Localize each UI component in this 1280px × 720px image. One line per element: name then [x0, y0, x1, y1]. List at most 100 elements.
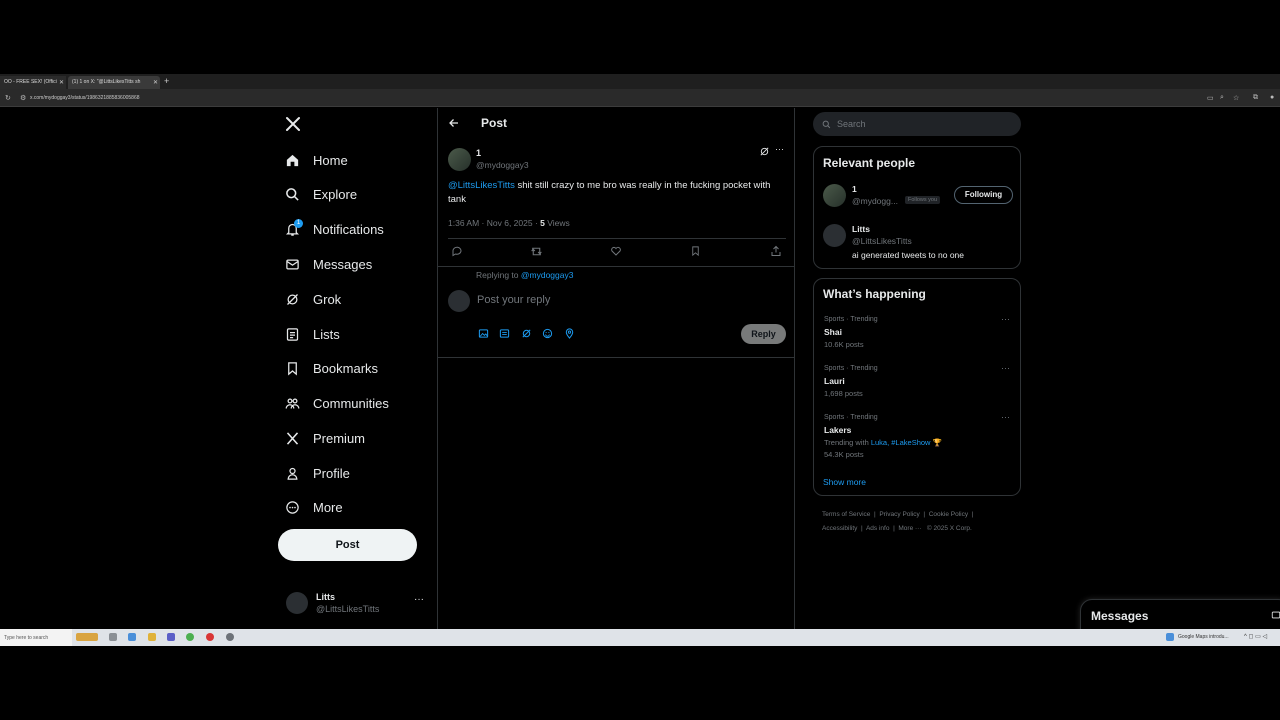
post-button[interactable]: Post	[278, 529, 417, 561]
more-icon[interactable]: ···	[1001, 412, 1010, 422]
nav-bookmarks[interactable]: Bookmarks	[285, 354, 378, 382]
tweet-author-name[interactable]: 1	[476, 148, 481, 158]
reload-icon[interactable]: ↻	[5, 94, 11, 102]
person-handle[interactable]: @mydogg...	[852, 196, 898, 206]
grok-icon[interactable]	[759, 146, 770, 157]
close-tab-icon[interactable]: ✕	[153, 79, 158, 86]
avatar[interactable]	[823, 184, 846, 207]
nav-explore[interactable]: Explore	[285, 180, 357, 208]
nav-profile[interactable]: Profile	[285, 459, 350, 487]
trend-count: 1,698 posts	[824, 389, 863, 398]
more-icon[interactable]: ···	[775, 144, 784, 154]
bookmark-icon[interactable]	[690, 245, 701, 257]
trend-context-links[interactable]: Luka, #LakeShow	[871, 438, 931, 447]
account-more-icon[interactable]: ···	[414, 594, 424, 605]
footer-link[interactable]: Terms of Service	[822, 511, 870, 518]
replying-to-handle[interactable]: @mydoggay3	[521, 270, 574, 280]
avatar[interactable]	[823, 224, 846, 247]
nav-home[interactable]: Home	[285, 146, 348, 174]
zoom-icon[interactable]: ⌕	[1220, 94, 1224, 102]
grok-icon[interactable]	[521, 328, 532, 339]
gif-icon[interactable]	[499, 328, 510, 339]
x-logo-icon[interactable]	[285, 116, 301, 132]
app-icon[interactable]	[206, 633, 214, 641]
trend-name: Lauri	[824, 376, 845, 386]
file-explorer-icon[interactable]	[148, 633, 156, 641]
new-tab-icon[interactable]: +	[164, 76, 169, 86]
tweet-author-handle[interactable]: @mydoggay3	[476, 160, 529, 170]
person-name[interactable]: 1	[852, 184, 857, 194]
nav-grok[interactable]: Grok	[285, 285, 341, 313]
reply-button[interactable]: Reply	[741, 324, 786, 344]
nav-premium[interactable]: Premium	[285, 424, 365, 452]
people-icon	[285, 396, 300, 411]
show-more-link[interactable]: Show more	[823, 477, 866, 487]
task-view-icon[interactable]	[109, 633, 117, 641]
following-button[interactable]: Following	[954, 186, 1013, 204]
reply-input[interactable]: Post your reply	[477, 294, 550, 306]
nav-label: Notifications	[313, 221, 384, 237]
nav-communities[interactable]: Communities	[285, 389, 389, 417]
star-icon[interactable]: ☆	[1233, 94, 1239, 102]
taskbar-notification[interactable]: Google Maps introdu...	[1178, 634, 1229, 640]
profile-icon[interactable]: ●	[1270, 94, 1274, 101]
person-name[interactable]: Litts	[852, 224, 870, 234]
nav-lists[interactable]: Lists	[285, 320, 340, 348]
location-icon[interactable]	[564, 328, 575, 339]
chrome-icon[interactable]	[186, 633, 194, 641]
maps-icon	[1166, 633, 1174, 641]
retweet-icon[interactable]	[530, 245, 543, 258]
nav-label: Grok	[313, 291, 342, 307]
search-input[interactable]: Search	[813, 112, 1021, 136]
url-field[interactable]: x.com/mydoggay3/status/19863218858360058…	[30, 95, 140, 101]
image-icon[interactable]	[478, 328, 489, 339]
os-taskbar: Type here to search Google Maps introdu.…	[0, 629, 1280, 646]
trend-category: Sports · Trending	[824, 365, 878, 372]
messages-drawer[interactable]: Messages	[1080, 599, 1280, 629]
account-switcher[interactable]: Litts @LittsLikesTitts ···	[286, 592, 431, 622]
back-arrow-icon[interactable]	[448, 117, 460, 129]
nav-messages[interactable]: Messages	[285, 250, 372, 278]
browser-address-bar: ↻ ⚙ x.com/mydoggay3/status/1986321885836…	[0, 89, 1280, 107]
nav-label: Profile	[313, 465, 350, 481]
footer-links: Terms of Service | Privacy Policy | Cook…	[822, 511, 974, 532]
mention-link[interactable]: @LittsLikesTitts	[448, 180, 515, 191]
like-icon[interactable]	[610, 245, 622, 257]
close-tab-icon[interactable]: ✕	[59, 79, 64, 86]
trend-emoji: 🏆	[932, 438, 942, 447]
nav-label: Home	[313, 152, 348, 168]
replying-to-label: Replying to	[476, 270, 521, 280]
nav-label: Bookmarks	[313, 360, 379, 376]
settings-icon[interactable]	[226, 633, 234, 641]
tray-icons[interactable]: ^ ◻ ▭ ◁	[1244, 633, 1267, 640]
footer-link[interactable]: Privacy Policy	[879, 511, 919, 518]
cast-icon[interactable]: ▭	[1207, 94, 1214, 102]
taskbar-search[interactable]: Type here to search	[0, 629, 72, 646]
emoji-icon[interactable]	[542, 328, 553, 339]
divider	[448, 238, 786, 239]
edge-icon[interactable]	[128, 633, 136, 641]
browser-tab[interactable]: OO - FREE SEX! (Offici ✕	[0, 76, 66, 89]
footer-link[interactable]: More ···	[898, 525, 921, 532]
footer-link[interactable]: Accessibility	[822, 525, 857, 532]
more-icon[interactable]: ···	[1001, 363, 1010, 373]
bookmark-icon	[285, 361, 300, 376]
tweet-time[interactable]: 1:36 AM · Nov 6, 2025 ·	[448, 218, 540, 228]
browser-tab-active[interactable]: (1) 1 on X: "@LittsLikesTitts sh ✕	[68, 76, 160, 89]
person-handle[interactable]: @LittsLikesTitts	[852, 236, 912, 246]
taskbar-search-placeholder: Type here to search	[4, 635, 49, 641]
footer-link[interactable]: Ads info	[866, 525, 890, 532]
main-column: Post 1 @mydoggay3 ··· @LittsLikesTitts s…	[437, 108, 795, 629]
more-icon[interactable]: ···	[1001, 314, 1010, 324]
taskbar-widget-icon[interactable]	[76, 633, 98, 641]
reply-icon[interactable]	[451, 245, 463, 257]
avatar[interactable]	[448, 148, 471, 171]
nav-label: Messages	[313, 256, 373, 272]
nav-more[interactable]: More	[285, 493, 343, 521]
new-message-icon[interactable]	[1271, 610, 1280, 620]
footer-link[interactable]: Cookie Policy	[929, 511, 968, 518]
share-icon[interactable]	[770, 245, 782, 257]
extensions-icon[interactable]: ⧉	[1253, 94, 1258, 102]
teams-icon[interactable]	[167, 633, 175, 641]
site-info-icon[interactable]: ⚙	[20, 94, 26, 102]
